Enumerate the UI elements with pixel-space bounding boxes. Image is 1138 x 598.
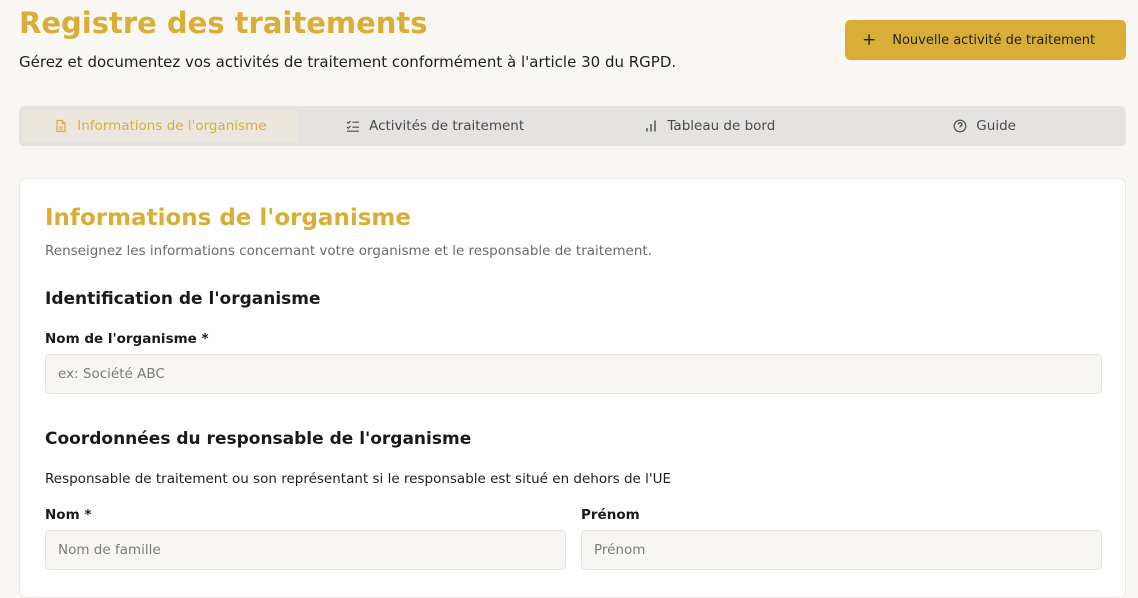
tab-organization-info[interactable]: Informations de l'organisme xyxy=(23,110,298,142)
responsable-helper-text: Responsable de traitement ou son représe… xyxy=(45,471,672,487)
list-check-icon xyxy=(346,120,360,132)
tab-bar: Informations de l'organisme Activités de… xyxy=(19,106,1126,146)
tab-processing-activities[interactable]: Activités de traitement xyxy=(298,110,573,142)
page-title: Registre des traitements xyxy=(19,6,428,40)
last-name-input[interactable] xyxy=(45,530,566,570)
tab-dashboard[interactable]: Tableau de bord xyxy=(573,110,848,142)
plus-icon: + xyxy=(862,29,877,50)
tab-label: Informations de l'organisme xyxy=(77,118,267,134)
card-description: Renseignez les informations concernant v… xyxy=(45,243,652,259)
document-icon xyxy=(56,119,66,133)
new-activity-button[interactable]: + Nouvelle activité de traitement xyxy=(845,20,1126,60)
first-name-label: Prénom xyxy=(581,507,640,523)
section-identification-title: Identification de l'organisme xyxy=(45,289,321,309)
card-title: Informations de l'organisme xyxy=(45,205,411,231)
page-subtitle: Gérez et documentez vos activités de tra… xyxy=(19,53,677,71)
org-name-input[interactable] xyxy=(45,354,1102,394)
new-activity-button-label: Nouvelle activité de traitement xyxy=(892,32,1096,48)
org-name-label: Nom de l'organisme * xyxy=(45,331,209,347)
organization-info-card: Informations de l'organisme Renseignez l… xyxy=(19,178,1126,598)
section-responsable-title: Coordonnées du responsable de l'organism… xyxy=(45,429,472,449)
tab-label: Activités de traitement xyxy=(369,118,525,134)
bar-chart-icon xyxy=(646,120,657,132)
last-name-label: Nom * xyxy=(45,507,92,523)
tab-guide[interactable]: Guide xyxy=(847,110,1122,142)
tab-label: Tableau de bord xyxy=(667,118,776,134)
first-name-input[interactable] xyxy=(581,530,1102,570)
tab-label: Guide xyxy=(976,118,1016,134)
help-circle-icon xyxy=(953,119,967,133)
